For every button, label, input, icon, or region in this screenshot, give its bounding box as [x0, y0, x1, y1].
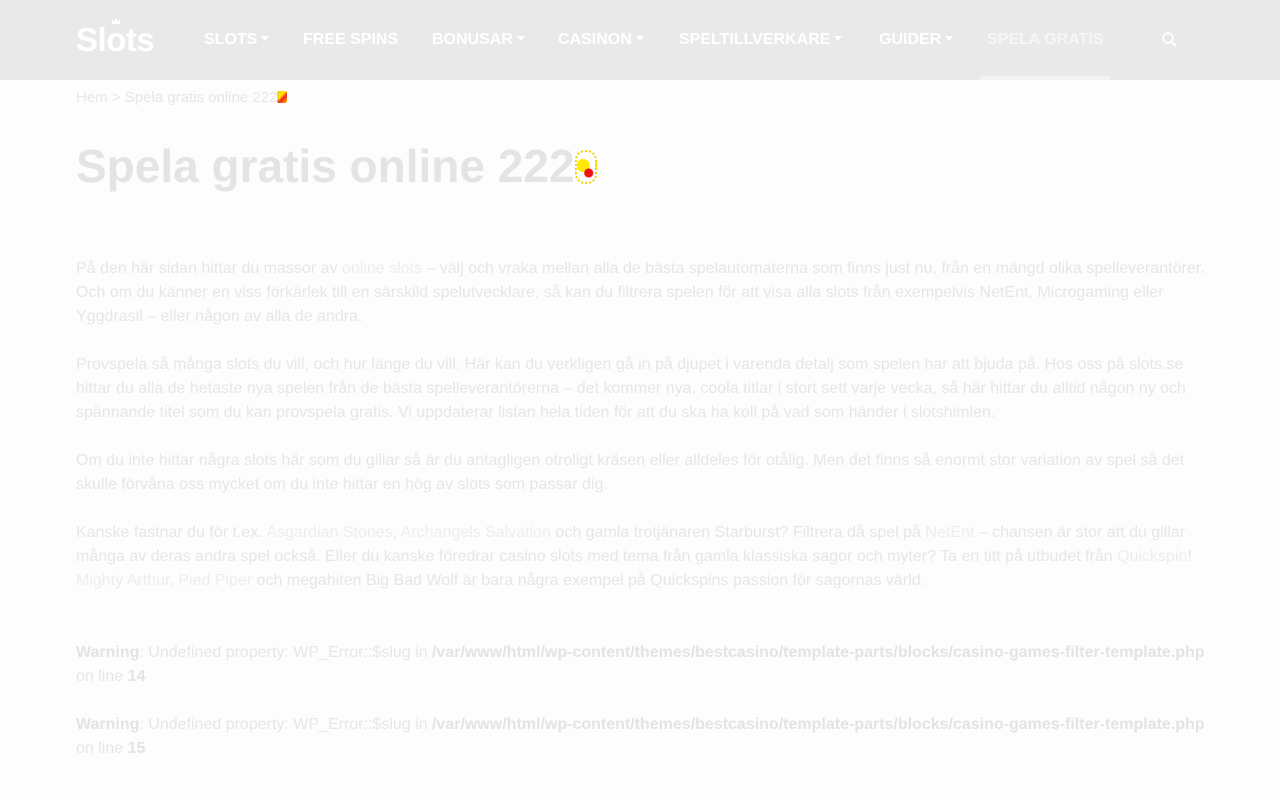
paragraph-text: och gamla trotjänaren Starburst? Filtrer… — [550, 524, 926, 541]
warning-path: /var/www/html/wp-content/themes/bestcasi… — [431, 716, 1205, 733]
question-emoji-icon — [277, 91, 288, 103]
nav-item-speltillverkare[interactable]: SPELTILLVERKARE — [679, 31, 843, 49]
nav-item-label: CASINON — [558, 31, 632, 48]
intro-paragraph: På den här sidan hittar du massor av onl… — [76, 257, 1206, 329]
paragraph-text: På den här sidan hittar du massor av — [76, 260, 342, 277]
mighty-arthur-link[interactable]: Mighty Arthur — [76, 572, 169, 589]
breadcrumb-home-link[interactable]: Hem — [76, 89, 108, 106]
logo-text-start: Sl — [76, 21, 107, 58]
page-title: Spela gratis online 222 — [76, 138, 597, 194]
site-header: Slo ts SLOTS FREE SPINS BONUSAR CASINON S… — [0, 0, 1280, 80]
question-emoji-icon — [574, 150, 597, 184]
logo-text-end: ts — [125, 21, 155, 58]
quickspin-link[interactable]: Quickspin — [1117, 548, 1187, 565]
chevron-down-icon — [516, 36, 525, 41]
paragraph-text: , — [169, 572, 179, 589]
intro-paragraph: Kanske fastnar du för t.ex. Asgardian St… — [76, 521, 1206, 593]
warning-path: /var/www/html/wp-content/themes/bestcasi… — [431, 644, 1205, 661]
nav-item-label: FREE SPINS — [303, 31, 399, 48]
intro-paragraph: Om du inte hittar några slots här som du… — [76, 452, 1185, 493]
nav-item-slots[interactable]: SLOTS — [204, 31, 270, 49]
nav-item-label: GUIDER — [879, 31, 942, 48]
chevron-down-icon — [945, 36, 954, 41]
site-logo[interactable]: Slo ts — [76, 18, 155, 58]
crown-icon — [112, 18, 121, 24]
warning-line-text: on line — [76, 668, 128, 685]
paragraph-text: , — [392, 524, 401, 541]
chevron-down-icon — [635, 36, 644, 41]
php-warnings: Warning: Undefined property: WP_Error::$… — [76, 641, 1216, 785]
page-title-text: Spela gratis online 222 — [76, 140, 575, 192]
nav-item-label: BONUSAR — [432, 31, 513, 48]
warning-line-number: 15 — [127, 740, 146, 757]
intro-content: På den här sidan hittar du massor av onl… — [76, 257, 1206, 617]
active-nav-indicator — [980, 76, 1110, 80]
warning-label: Warning — [76, 644, 140, 661]
asgardian-stones-link[interactable]: Asgardian Stones — [266, 524, 392, 541]
warning-line-text: on line — [76, 740, 128, 757]
nav-item-guider[interactable]: GUIDER — [879, 31, 954, 49]
paragraph-text: ! — [1187, 548, 1192, 565]
warning-message: : Undefined property: WP_Error::$slug in — [139, 716, 432, 733]
nav-item-spela-gratis[interactable]: SPELA GRATIS — [987, 31, 1103, 49]
breadcrumb-current: Spela gratis online 222 — [124, 89, 278, 106]
search-icon[interactable] — [1162, 32, 1177, 47]
paragraph-text: Kanske fastnar du för t.ex. — [76, 524, 267, 541]
breadcrumb: Hem > Spela gratis online 222 — [76, 89, 288, 106]
chevron-down-icon — [261, 36, 270, 41]
nav-item-label: SPELA GRATIS — [987, 31, 1104, 48]
warning-line-number: 14 — [127, 668, 146, 685]
nav-item-casinon[interactable]: CASINON — [558, 31, 644, 49]
logo-crown-o: o — [106, 18, 126, 56]
php-warning: Warning: Undefined property: WP_Error::$… — [76, 713, 1216, 761]
netent-link[interactable]: NetEnt — [925, 524, 974, 541]
nav-item-label: SLOTS — [204, 31, 258, 48]
breadcrumb-separator: > — [111, 89, 121, 106]
warning-message: : Undefined property: WP_Error::$slug in — [139, 644, 432, 661]
nav-item-bonusar[interactable]: BONUSAR — [432, 31, 525, 49]
php-warning: Warning: Undefined property: WP_Error::$… — [76, 641, 1216, 689]
nav-item-label: SPELTILLVERKARE — [679, 31, 831, 48]
nav-item-free-spins[interactable]: FREE SPINS — [303, 31, 398, 49]
paragraph-text: och megahiten Big Bad Wolf är bara några… — [252, 572, 926, 589]
intro-paragraph: Provspela så många slots du vill, och hu… — [76, 356, 1186, 421]
warning-label: Warning — [76, 716, 140, 733]
chevron-down-icon — [834, 36, 843, 41]
online-slots-link[interactable]: online slots — [342, 260, 422, 277]
archangels-salvation-link[interactable]: Archangels Salvation — [401, 524, 551, 541]
pied-piper-link[interactable]: Pied Piper — [178, 572, 252, 589]
